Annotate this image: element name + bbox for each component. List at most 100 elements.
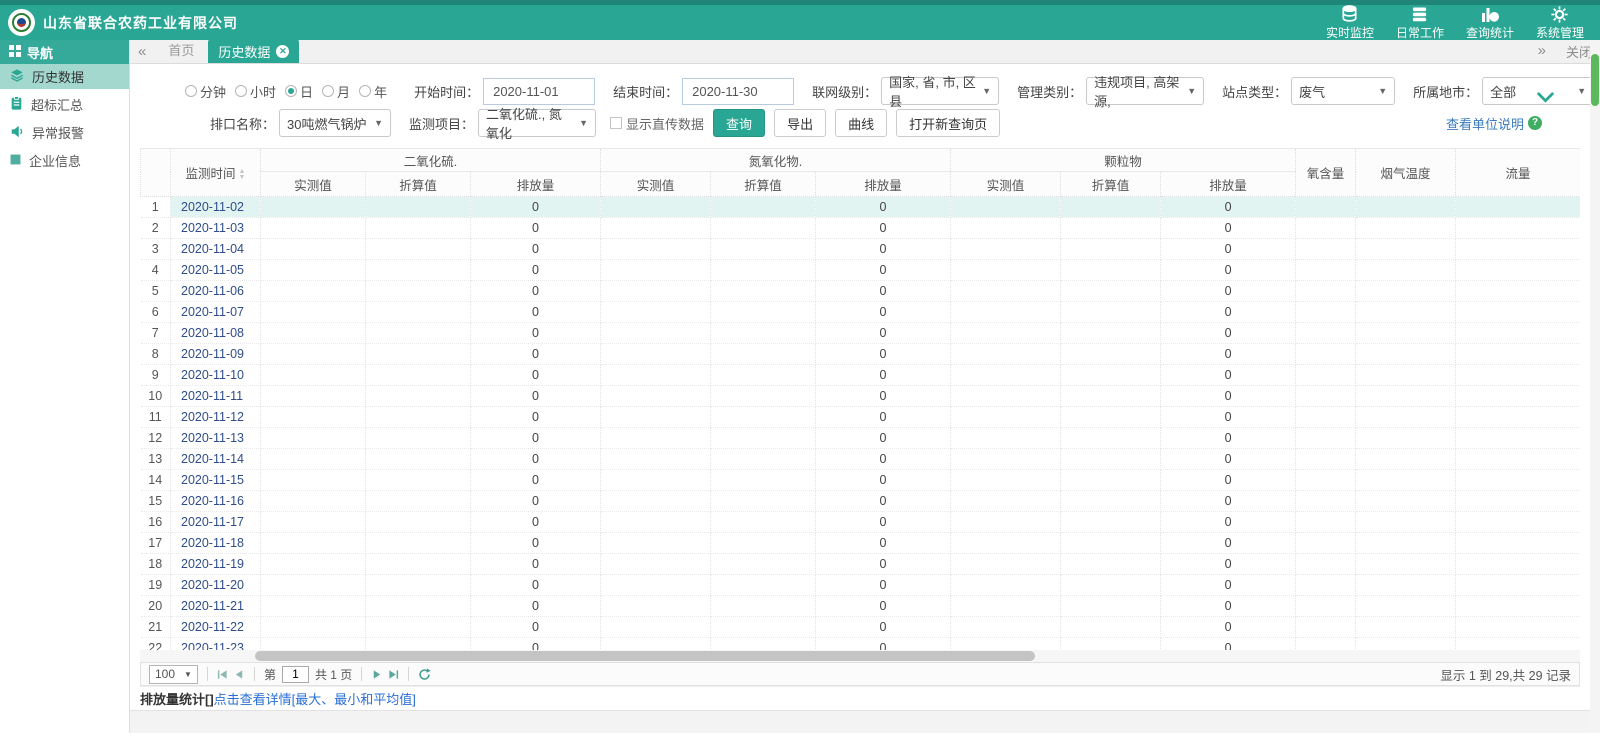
table-row[interactable]: 172020-11-18000	[141, 533, 1581, 554]
value-cell	[1061, 617, 1161, 638]
collapse-filters-icon[interactable]	[1537, 90, 1554, 108]
date-cell[interactable]: 2020-11-03	[171, 218, 261, 239]
radio-icon[interactable]	[235, 85, 247, 97]
curve-button[interactable]: 曲线	[835, 109, 887, 137]
new-query-page-button[interactable]: 打开新查询页	[896, 109, 1000, 137]
date-cell[interactable]: 2020-11-06	[171, 281, 261, 302]
time-column-header[interactable]: 监测时间▲▼	[171, 149, 261, 197]
date-cell[interactable]: 2020-11-20	[171, 575, 261, 596]
radio-icon[interactable]	[359, 85, 371, 97]
query-button[interactable]: 查询	[713, 109, 765, 137]
radio-icon[interactable]	[322, 85, 334, 97]
value-cell: 0	[1161, 554, 1296, 575]
date-cell[interactable]: 2020-11-02	[171, 197, 261, 218]
table-row[interactable]: 32020-11-04000	[141, 239, 1581, 260]
table-row[interactable]: 82020-11-09000	[141, 344, 1581, 365]
date-cell[interactable]: 2020-11-14	[171, 449, 261, 470]
date-cell[interactable]: 2020-11-10	[171, 365, 261, 386]
date-cell[interactable]: 2020-11-19	[171, 554, 261, 575]
end-time-input[interactable]	[682, 78, 794, 105]
topnav-gears[interactable]: 系统管理	[1536, 5, 1584, 41]
period-radio-分钟[interactable]: 分钟	[185, 82, 226, 101]
table-row[interactable]: 212020-11-22000	[141, 617, 1581, 638]
date-cell[interactable]: 2020-11-12	[171, 407, 261, 428]
next-page-icon[interactable]	[371, 669, 382, 680]
date-cell[interactable]: 2020-11-21	[171, 596, 261, 617]
date-cell[interactable]: 2020-11-18	[171, 533, 261, 554]
value-cell	[1456, 302, 1580, 323]
page-number-input[interactable]	[282, 666, 309, 683]
table-row[interactable]: 102020-11-11000	[141, 386, 1581, 407]
date-cell[interactable]: 2020-11-17	[171, 512, 261, 533]
table-row[interactable]: 202020-11-21000	[141, 596, 1581, 617]
sidebar-item[interactable]: 历史数据	[0, 64, 129, 89]
export-button[interactable]: 导出	[774, 109, 826, 137]
table-row[interactable]: 52020-11-06000	[141, 281, 1581, 302]
table-row[interactable]: 152020-11-16000	[141, 491, 1581, 512]
first-page-icon[interactable]	[217, 669, 228, 680]
date-cell[interactable]: 2020-11-13	[171, 428, 261, 449]
monitor-item-select[interactable]: 二氧化硫., 氮氧化▼	[478, 109, 596, 137]
unit-description-link[interactable]: 查看单位说明 ?	[1446, 114, 1600, 133]
date-cell[interactable]: 2020-11-09	[171, 344, 261, 365]
table-row[interactable]: 182020-11-19000	[141, 554, 1581, 575]
close-all-tabs-button[interactable]: 关闭	[1566, 42, 1592, 61]
horizontal-scrollbar[interactable]	[140, 650, 1580, 662]
prev-page-icon[interactable]	[234, 669, 245, 680]
period-radio-月[interactable]: 月	[322, 82, 350, 101]
date-cell[interactable]: 2020-11-11	[171, 386, 261, 407]
date-cell[interactable]: 2020-11-16	[171, 491, 261, 512]
value-cell	[261, 386, 366, 407]
start-time-input[interactable]	[483, 78, 595, 105]
table-row[interactable]: 92020-11-10000	[141, 365, 1581, 386]
table-row[interactable]: 112020-11-12000	[141, 407, 1581, 428]
outlet-name-select[interactable]: 30吨燃气锅炉▼	[279, 109, 391, 137]
emission-stats-detail-link[interactable]: 点击查看详情[最大、最小和平均值]	[214, 689, 416, 708]
horizontal-scrollbar-thumb[interactable]	[255, 651, 1035, 661]
table-row[interactable]: 142020-11-15000	[141, 470, 1581, 491]
last-page-icon[interactable]	[388, 669, 399, 680]
table-row[interactable]: 122020-11-13000	[141, 428, 1581, 449]
refresh-icon[interactable]	[418, 668, 431, 681]
table-row[interactable]: 42020-11-05000	[141, 260, 1581, 281]
topnav-bar-chart[interactable]: 查询统计	[1466, 5, 1514, 41]
topnav-database[interactable]: 实时监控	[1326, 5, 1374, 41]
sidebar-item[interactable]: 企业信息	[0, 148, 129, 173]
site-type-select[interactable]: 废气▼	[1291, 77, 1395, 105]
table-row[interactable]: 162020-11-17000	[141, 512, 1581, 533]
date-cell[interactable]: 2020-11-05	[171, 260, 261, 281]
date-cell[interactable]: 2020-11-22	[171, 617, 261, 638]
sidebar-item[interactable]: 超标汇总	[0, 92, 129, 117]
value-cell: 0	[471, 533, 601, 554]
date-cell[interactable]: 2020-11-07	[171, 302, 261, 323]
vertical-scrollbar-thumb[interactable]	[1591, 54, 1599, 106]
value-cell	[951, 617, 1061, 638]
table-row[interactable]: 12020-11-02000	[141, 197, 1581, 218]
tab-history-data[interactable]: 历史数据 ✕	[208, 39, 299, 63]
date-cell[interactable]: 2020-11-08	[171, 323, 261, 344]
tab-close-icon[interactable]: ✕	[276, 45, 289, 58]
table-row[interactable]: 62020-11-07000	[141, 302, 1581, 323]
table-row[interactable]: 72020-11-08000	[141, 323, 1581, 344]
sort-icon[interactable]: ▲▼	[239, 169, 246, 181]
network-level-select[interactable]: 国家, 省, 市, 区县▼	[881, 77, 999, 105]
period-radio-年[interactable]: 年	[359, 82, 387, 101]
period-radio-日[interactable]: 日	[285, 82, 313, 101]
page-size-select[interactable]: 100 ▼	[149, 665, 198, 684]
table-row[interactable]: 132020-11-14000	[141, 449, 1581, 470]
table-row[interactable]: 192020-11-20000	[141, 575, 1581, 596]
topnav-server[interactable]: 日常工作	[1396, 5, 1444, 41]
tabs-scroll-right-icon[interactable]: »	[1530, 40, 1554, 62]
tabs-scroll-left-icon[interactable]: «	[130, 41, 154, 63]
radio-icon[interactable]	[285, 85, 297, 97]
direct-data-checkbox[interactable]	[610, 117, 622, 129]
date-cell[interactable]: 2020-11-15	[171, 470, 261, 491]
sidebar-item[interactable]: 异常报警	[0, 120, 129, 145]
table-row[interactable]: 22020-11-03000	[141, 218, 1581, 239]
period-radio-小时[interactable]: 小时	[235, 82, 276, 101]
radio-icon[interactable]	[185, 85, 197, 97]
tab-home[interactable]: 首页	[154, 39, 208, 63]
mgmt-category-select[interactable]: 违规项目, 高架源,▼	[1086, 77, 1204, 105]
vertical-scrollbar[interactable]	[1590, 40, 1600, 733]
date-cell[interactable]: 2020-11-04	[171, 239, 261, 260]
